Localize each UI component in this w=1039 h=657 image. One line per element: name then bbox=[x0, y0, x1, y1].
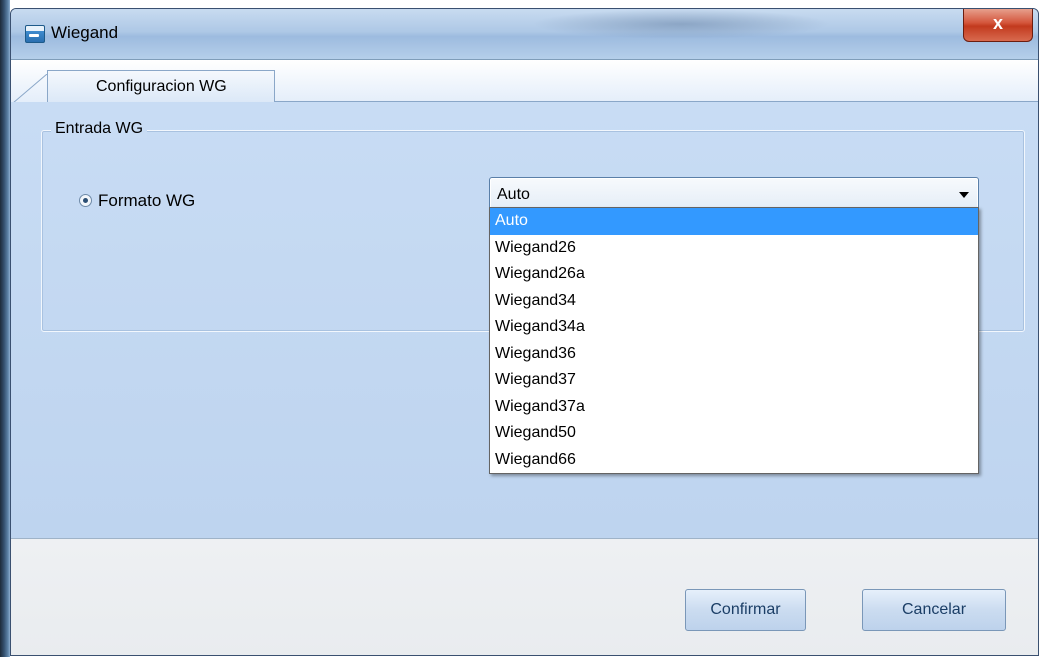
cancel-button[interactable]: Cancelar bbox=[862, 589, 1006, 631]
background-window-edge bbox=[0, 0, 10, 657]
formato-wg-label[interactable]: Formato WG bbox=[98, 191, 195, 211]
screen: Wiegand x Configuracion WG Entrada WG Fo… bbox=[0, 0, 1039, 657]
button-bar: Confirmar Cancelar bbox=[11, 538, 1038, 655]
title-bar-glow bbox=[531, 9, 831, 39]
groupbox-legend: Entrada WG bbox=[51, 120, 148, 138]
tab-label: Configuracion WG bbox=[96, 78, 227, 95]
format-dropdown-list[interactable]: Auto Wiegand26 Wiegand26a Wiegand34 Wieg… bbox=[489, 207, 979, 474]
confirm-button[interactable]: Confirmar bbox=[685, 589, 806, 631]
tab-strip: Configuracion WG bbox=[11, 60, 1038, 104]
dropdown-option[interactable]: Wiegand26 bbox=[490, 235, 978, 262]
format-select-value: Auto bbox=[497, 186, 530, 203]
dropdown-option[interactable]: Auto bbox=[490, 208, 978, 235]
close-button[interactable]: x bbox=[963, 9, 1033, 42]
dropdown-option[interactable]: Wiegand34a bbox=[490, 314, 978, 341]
dropdown-option[interactable]: Wiegand50 bbox=[490, 420, 978, 447]
chevron-down-icon[interactable] bbox=[959, 192, 969, 198]
app-window-icon bbox=[25, 25, 45, 43]
radio-checked-dot bbox=[83, 198, 88, 203]
dropdown-option[interactable]: Wiegand66 bbox=[490, 447, 978, 474]
title-bar[interactable]: Wiegand x bbox=[11, 9, 1038, 60]
formato-wg-radio[interactable] bbox=[79, 194, 92, 207]
dropdown-option[interactable]: Wiegand26a bbox=[490, 261, 978, 288]
tab-configuracion-wg[interactable]: Configuracion WG bbox=[47, 70, 275, 103]
dropdown-option[interactable]: Wiegand34 bbox=[490, 288, 978, 315]
dropdown-option[interactable]: Wiegand37 bbox=[490, 367, 978, 394]
dropdown-option[interactable]: Wiegand36 bbox=[490, 341, 978, 368]
window-title: Wiegand bbox=[51, 23, 119, 42]
close-icon: x bbox=[992, 13, 1003, 33]
dropdown-option[interactable]: Wiegand37a bbox=[490, 394, 978, 421]
